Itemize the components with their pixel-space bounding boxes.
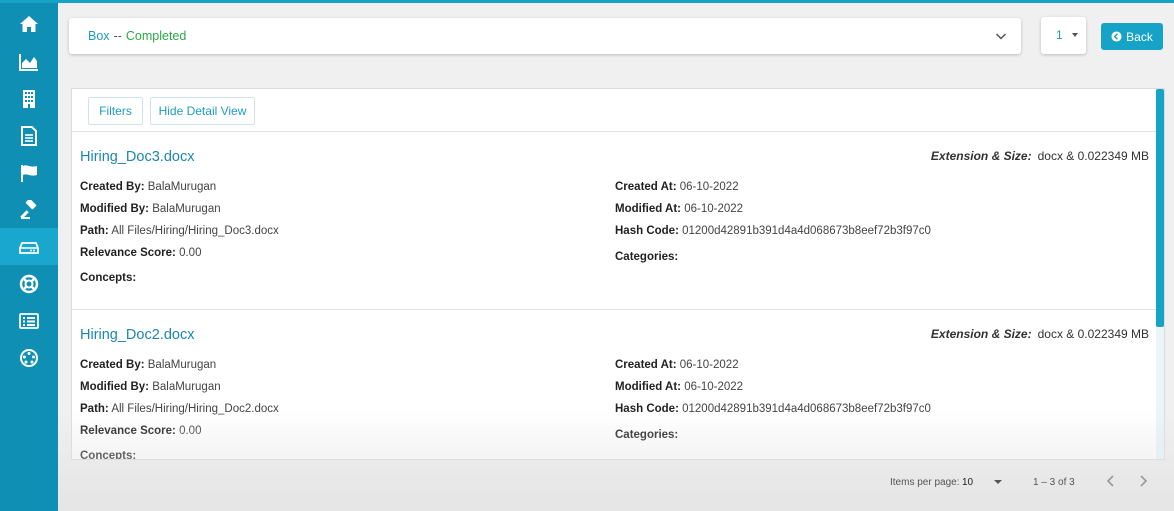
flag-icon [21, 164, 37, 182]
previous-page-icon[interactable] [1104, 474, 1118, 488]
categories: Categories: [615, 429, 679, 441]
modified-at: Modified At: 06-10-2022 [615, 381, 744, 393]
hash-code: Hash Code: 01200d42891b391d4a4d068673b8e… [615, 403, 931, 415]
list-icon [19, 312, 39, 329]
hash-code: Hash Code: 01200d42891b391d4a4d068673b8e… [615, 225, 931, 237]
lifebuoy-icon [19, 274, 39, 293]
created-by: Created By: BalaMurugan [80, 181, 217, 193]
path: Path: All Files/Hiring/Hiring_Doc3.docx [80, 225, 279, 237]
created-at: Created At: 06-10-2022 [615, 359, 739, 371]
relevance-score: Relevance Score: 0.00 [80, 247, 202, 259]
extension-size: Extension & Size: docx & 0.022349 MB [930, 327, 1149, 341]
page-select[interactable]: 1 [1041, 17, 1086, 54]
path: Path: All Files/Hiring/Hiring_Doc2.docx [80, 403, 279, 415]
created-at: Created At: 06-10-2022 [615, 181, 739, 193]
sidebar-item-legal[interactable] [0, 191, 58, 228]
sidebar-item-analytics[interactable] [0, 43, 58, 80]
crumb-separator: -- [113, 29, 122, 43]
items-per-page-label: Items per page: [890, 477, 960, 488]
sidebar-item-reports[interactable] [0, 154, 58, 191]
scrollbar[interactable] [1156, 89, 1164, 459]
sidebar-item-home[interactable] [0, 5, 58, 42]
scrollbar-thumb[interactable] [1156, 89, 1164, 327]
palette-icon [20, 348, 38, 367]
home-icon [20, 15, 38, 32]
created-by: Created By: BalaMurugan [80, 359, 217, 371]
concepts: Concepts: [80, 272, 137, 284]
items-per-page-select[interactable]: 10 [962, 477, 973, 488]
chevron-down-icon[interactable] [995, 30, 1007, 42]
top-accent-line [0, 0, 1174, 3]
next-page-icon[interactable] [1136, 474, 1150, 488]
caret-down-icon[interactable] [994, 480, 1002, 484]
building-icon [23, 89, 35, 108]
arrow-left-circle-icon [1111, 31, 1122, 42]
sidebar-item-storage[interactable] [0, 228, 58, 265]
sidebar [0, 0, 58, 511]
categories: Categories: [615, 251, 679, 263]
sidebar-item-organization[interactable] [0, 80, 58, 117]
filters-button[interactable]: Filters [88, 97, 143, 125]
document-title[interactable]: Hiring_Doc3.docx [80, 149, 194, 165]
modified-at: Modified At: 06-10-2022 [615, 203, 744, 215]
page-select-value: 1 [1056, 28, 1063, 42]
concepts: Concepts: [80, 450, 137, 460]
relevance-score: Relevance Score: 0.00 [80, 425, 202, 437]
source-selector[interactable]: Box -- Completed [69, 18, 1021, 54]
document-card: Hiring_Doc3.docx Extension & Size: docx &… [72, 132, 1156, 310]
results-panel: Filters Hide Detail View Hiring_Doc3.doc… [71, 88, 1165, 460]
crumb-status: Completed [125, 29, 187, 43]
extension-size: Extension & Size: docx & 0.022349 MB [930, 149, 1149, 163]
chart-area-icon [19, 53, 38, 71]
sidebar-item-list[interactable] [0, 302, 58, 339]
document-card: Hiring_Doc2.docx Extension & Size: docx &… [72, 309, 1156, 460]
back-button-label: Back [1126, 29, 1153, 44]
modified-by: Modified By: BalaMurugan [80, 381, 221, 393]
back-button[interactable]: Back [1101, 23, 1163, 50]
range-label: 1 – 3 of 3 [1033, 477, 1075, 488]
gavel-icon [20, 199, 37, 219]
document-icon [21, 125, 37, 146]
breadcrumb: Box -- Completed [88, 29, 186, 43]
document-title[interactable]: Hiring_Doc2.docx [80, 327, 194, 343]
sidebar-item-support[interactable] [0, 265, 58, 302]
modified-by: Modified By: BalaMurugan [80, 203, 221, 215]
hide-detail-view-button[interactable]: Hide Detail View [150, 97, 255, 125]
results-toolbar: Filters Hide Detail View [72, 89, 1156, 132]
sidebar-item-themes[interactable] [0, 339, 58, 376]
drive-icon [19, 241, 39, 254]
paginator: Items per page: 10 1 – 3 of 3 [58, 461, 1174, 511]
caret-down-icon [1072, 33, 1078, 37]
sidebar-item-documents[interactable] [0, 117, 58, 154]
crumb-source: Box [88, 29, 110, 43]
